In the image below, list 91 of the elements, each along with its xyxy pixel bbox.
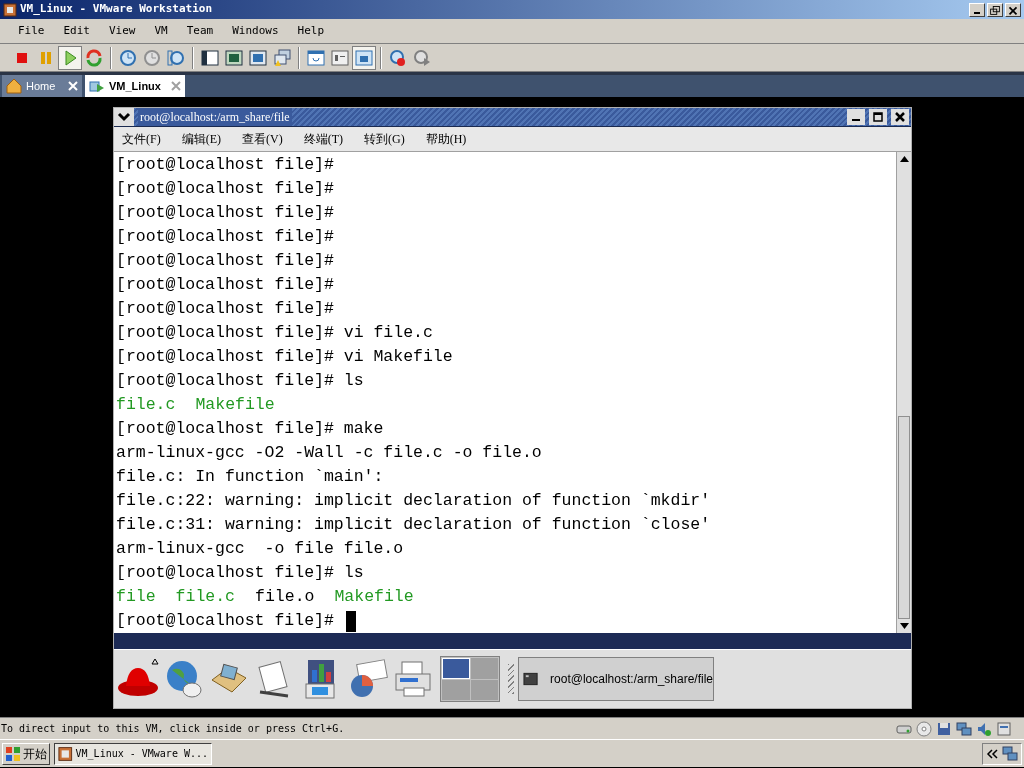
menu-item[interactable]: VM <box>154 22 168 40</box>
scrollbar[interactable] <box>896 152 911 633</box>
terminal-text: arm-linux-gcc -o file file.o <box>116 538 404 560</box>
terminal-text: [root@localhost file]# <box>116 226 334 248</box>
scrollbar-thumb[interactable] <box>898 416 910 619</box>
terminal-text: [root@localhost file]# <box>116 610 334 632</box>
floppy-icon[interactable] <box>936 720 952 737</box>
terminal-text: file.c <box>116 394 176 416</box>
window-title: VM_Linux - VMware Workstation <box>20 1 213 18</box>
terminal-text: [root@localhost file]# <box>116 202 334 224</box>
menu-item[interactable]: Edit <box>63 22 90 40</box>
console-icon <box>306 47 326 68</box>
menu-item[interactable]: File <box>18 22 45 40</box>
taskbar-button[interactable]: root@localhost:/arm_share/file <box>518 657 714 701</box>
play-button[interactable] <box>58 45 82 70</box>
restore-button[interactable] <box>987 2 1003 17</box>
workspace-cell[interactable] <box>470 658 498 679</box>
minimize-icon <box>974 11 980 14</box>
menu-item[interactable]: 文件(F) <box>122 130 161 148</box>
close-icon[interactable] <box>171 81 181 91</box>
maximize-icon <box>871 110 885 124</box>
snapshot-icon <box>118 47 138 68</box>
network-icon[interactable] <box>956 720 972 737</box>
menu-item[interactable]: Team <box>186 22 214 40</box>
quickswitch-icon <box>248 47 268 68</box>
view-icon <box>354 47 374 68</box>
cd-icon[interactable] <box>916 720 932 737</box>
view-button[interactable] <box>352 45 376 70</box>
window-title: root@localhost:/arm_share/file <box>138 108 292 126</box>
terminal-text: file.c:22: warning: implicit declaration of function `mkdir' <box>116 490 711 512</box>
terminal-text: file <box>116 586 156 608</box>
menu-item[interactable]: 终端(T) <box>303 130 343 148</box>
workspace-cell[interactable] <box>442 658 470 679</box>
terminal-text: [root@localhost file]# vi file.c <box>116 322 433 344</box>
menu-item[interactable]: Help <box>297 22 325 40</box>
expand-tray-icon[interactable] <box>986 748 998 759</box>
message-icon[interactable] <box>996 720 1012 737</box>
workspace-cell[interactable] <box>442 679 470 700</box>
revert-icon <box>142 47 162 68</box>
tab[interactable]: Home <box>2 75 82 97</box>
window-menu-button[interactable] <box>114 108 134 126</box>
sidebar-icon <box>200 47 220 68</box>
menu-item[interactable]: View <box>109 22 136 40</box>
close-button[interactable] <box>891 109 909 125</box>
minimize-icon <box>852 119 860 121</box>
terminal-text: [root@localhost file]# <box>116 250 334 272</box>
minimize-button[interactable] <box>969 2 985 17</box>
close-button[interactable] <box>1005 2 1021 17</box>
start-button[interactable]: 开始 <box>2 742 50 765</box>
menu-item[interactable]: 转到(G) <box>364 130 405 148</box>
terminal-text: [root@localhost file]# make <box>116 418 384 440</box>
manager-icon <box>166 47 186 68</box>
terminal-text: file.o <box>255 586 315 608</box>
menu-item[interactable]: 查看(V) <box>242 130 283 148</box>
terminal-text: [root@localhost file]# <box>116 298 334 320</box>
unity-icon <box>272 47 292 68</box>
minimize-button[interactable] <box>847 109 865 125</box>
terminal-text: [root@localhost file]# <box>116 154 334 176</box>
summary-icon <box>330 47 350 68</box>
terminal-text: [root@localhost file]# <box>116 178 334 200</box>
menu-item[interactable]: Windows <box>232 22 279 40</box>
maximize-button[interactable] <box>869 109 887 125</box>
terminal-text: Makefile <box>334 586 414 608</box>
menu-item[interactable]: 编辑(E) <box>181 130 221 148</box>
terminal-text: Makefile <box>195 394 275 416</box>
chevron-down-icon <box>117 112 131 122</box>
status-text: To direct input to this VM, click inside or press Ctrl+G. <box>1 722 345 736</box>
vm-icon <box>89 78 105 94</box>
tab[interactable]: VM_Linux <box>85 75 185 97</box>
terminal-text: file.c:31: warning: implicit declaration of function `close' <box>116 514 711 536</box>
home-icon <box>6 78 22 94</box>
terminal-text: arm-linux-gcc -O2 -Wall -c file.c -o file.o <box>116 442 542 464</box>
app-icon <box>3 2 17 17</box>
terminal-text: file.c <box>175 586 236 608</box>
windows-logo-icon <box>5 745 21 762</box>
terminal-text: [root@localhost file]# ls <box>116 562 364 584</box>
menu-item[interactable]: 帮助(H) <box>425 130 467 148</box>
terminal-text: [root@localhost file]# <box>116 274 334 296</box>
terminal-icon <box>523 672 539 686</box>
record-icon <box>388 47 408 68</box>
network-icon[interactable] <box>1002 745 1018 762</box>
close-icon <box>893 110 907 124</box>
terminal-text: file.c: In function `main': <box>116 466 384 488</box>
app-icon <box>58 745 73 762</box>
fullscreen-icon <box>224 47 244 68</box>
terminal-text: [root@localhost file]# ls <box>116 370 364 392</box>
replay-icon <box>412 47 432 68</box>
workspace-cell[interactable] <box>470 679 498 700</box>
taskbar-button[interactable]: VM_Linux - VMware W... <box>54 742 212 765</box>
reset-icon <box>84 47 104 68</box>
terminal-text: [root@localhost file]# vi Makefile <box>116 346 453 368</box>
